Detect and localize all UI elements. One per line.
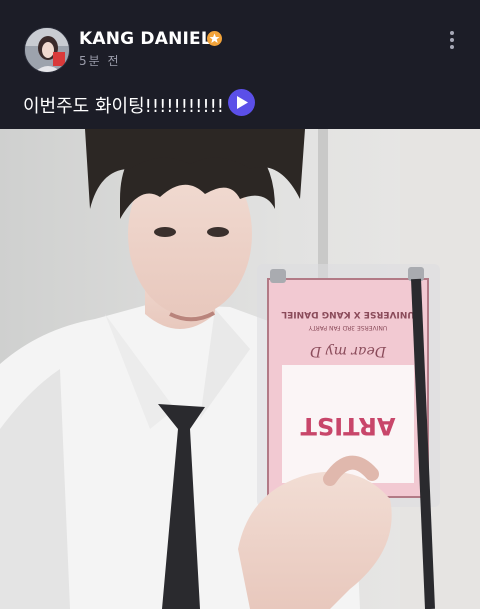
- card-sub-line: UNIVERSE 3RD FAN PARTY: [308, 324, 387, 331]
- card-top-line: UNIVERSE X KANG DANIEL: [281, 309, 415, 319]
- card-script-text: Dear my D: [310, 343, 387, 359]
- star-badge-icon: [207, 31, 222, 46]
- card-role-text: ARTIST: [300, 412, 396, 440]
- photo-illustration: UNIVERSE X KANG DANIEL UNIVERSE 3RD FAN …: [0, 129, 480, 609]
- post-header: KANG DANIEL 5분 전: [0, 0, 480, 80]
- post-timestamp: 5분 전: [79, 54, 121, 68]
- post-caption: 이번주도 화이팅!!!!!!!!!!!: [23, 96, 225, 117]
- play-icon[interactable]: [228, 89, 255, 116]
- avatar[interactable]: [24, 27, 70, 73]
- more-vertical-icon[interactable]: [442, 28, 462, 52]
- post-photo[interactable]: UNIVERSE X KANG DANIEL UNIVERSE 3RD FAN …: [0, 129, 480, 609]
- author-name[interactable]: KANG DANIEL: [79, 29, 212, 49]
